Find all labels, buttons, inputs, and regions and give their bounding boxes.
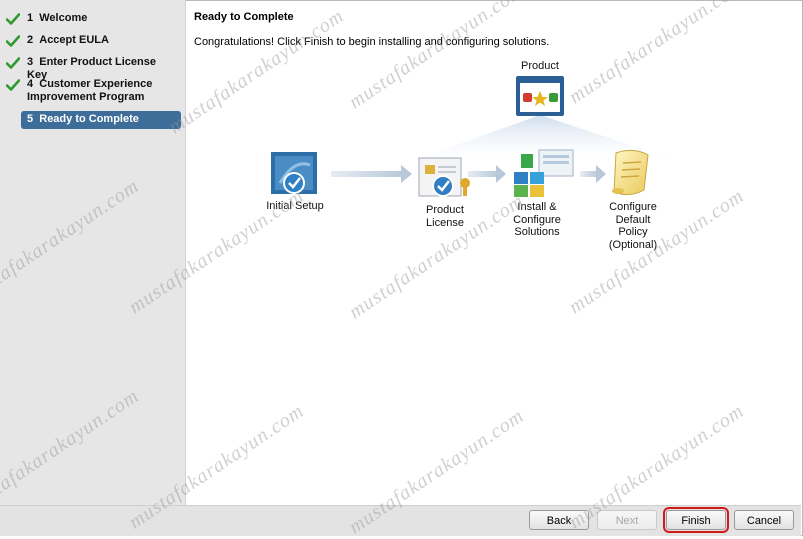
wizard-footer: Back Next Finish Cancel: [0, 505, 801, 536]
product-window-icon: [516, 76, 564, 116]
step-number: 3: [27, 56, 34, 68]
step-number: 4: [27, 78, 34, 90]
cancel-button[interactable]: Cancel: [734, 510, 794, 530]
checkmark-icon: [6, 13, 20, 25]
install-configure-label: Install & Configure Solutions: [513, 201, 561, 238]
policy-scroll-icon: [612, 149, 649, 196]
page-description: Congratulations! Click Finish to begin i…: [194, 36, 550, 48]
step-number: 5: [27, 113, 34, 125]
initial-setup-icon: [271, 152, 317, 194]
configure-policy-label: Configure Default Policy (Optional): [608, 201, 658, 251]
product-license-label: Product License: [426, 204, 464, 229]
checkmark-icon: [6, 35, 20, 47]
step-label: Welcome: [39, 12, 88, 24]
wizard-sidebar: 1 Welcome 2 Accept EULA 3 Enter Product …: [0, 0, 186, 505]
install-configure-icon: [514, 149, 574, 197]
page-title: Ready to Complete: [194, 11, 294, 23]
checkmark-icon: [6, 57, 20, 69]
checkmark-icon: [6, 79, 20, 91]
next-button[interactable]: Next: [597, 510, 657, 530]
finish-button[interactable]: Finish: [663, 507, 729, 533]
back-button[interactable]: Back: [529, 510, 589, 530]
step-number: 2: [27, 34, 34, 46]
step-label: Customer Experience Improvement Program: [27, 78, 153, 103]
product-label: Product: [521, 60, 559, 72]
initial-setup-label: Initial Setup: [266, 200, 324, 212]
arrow-license-to-install: [468, 165, 506, 183]
arrow-install-to-policy: [580, 165, 606, 183]
arrow-setup-to-license: [331, 165, 412, 183]
step-ready-to-complete[interactable]: 5 Ready to Complete: [21, 111, 181, 129]
step-label: Accept EULA: [39, 34, 109, 46]
step-number: 1: [27, 12, 34, 24]
step-label: Ready to Complete: [39, 113, 139, 125]
